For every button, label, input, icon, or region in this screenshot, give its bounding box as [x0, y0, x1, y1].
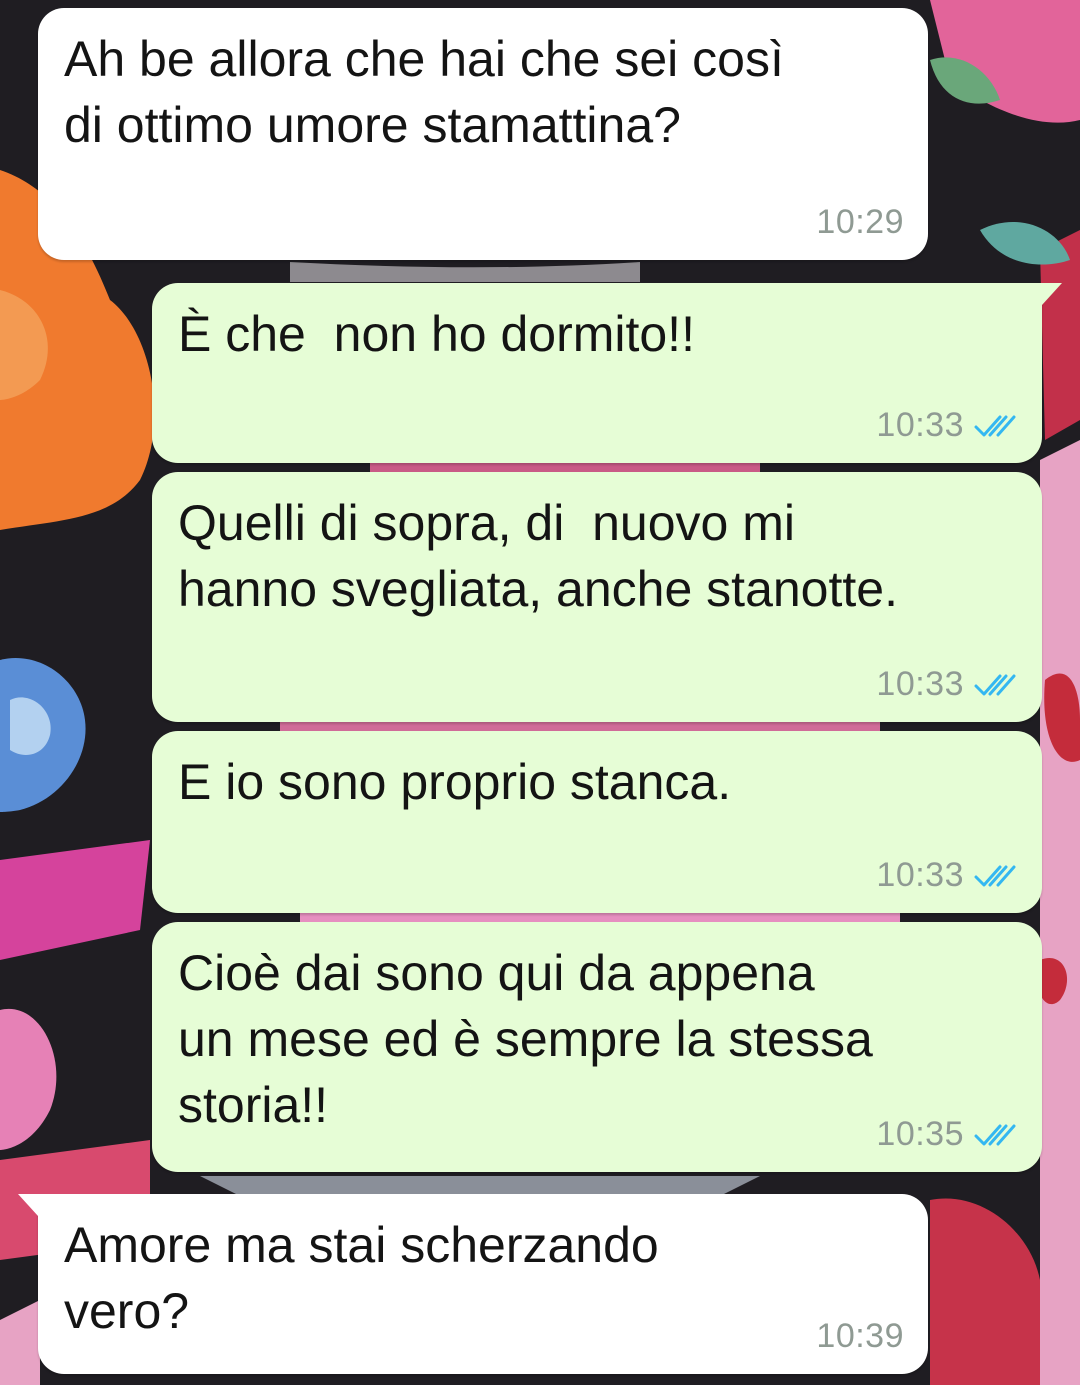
double-check-icon: [974, 1124, 1016, 1145]
double-check-icon: [974, 415, 1016, 436]
double-check-icon: [974, 674, 1016, 695]
message-text: Quelli di sopra, di nuovo mi hanno svegl…: [178, 495, 898, 617]
message-bubble-outgoing[interactable]: È che non ho dormito!! 10:33: [152, 283, 1062, 463]
message-text: Ah be allora che hai che sei così di ott…: [64, 31, 784, 153]
message-bubble-outgoing[interactable]: Cioè dai sono qui da appena un mese ed è…: [152, 922, 1042, 1172]
message-text: È che non ho dormito!!: [178, 306, 695, 362]
message-bubble-outgoing[interactable]: E io sono proprio stanca. 10:33: [152, 731, 1042, 913]
bubble-tail: [1042, 283, 1062, 305]
message-meta: 10:29: [816, 203, 904, 242]
message-timestamp: 10:39: [816, 1317, 904, 1355]
message-meta: 10:33: [876, 406, 1018, 445]
message-meta: 10:33: [876, 665, 1018, 704]
message-timestamp: 10:35: [876, 1115, 964, 1153]
message-timestamp: 10:33: [876, 665, 964, 703]
message-meta: 10:39: [816, 1317, 904, 1356]
message-timestamp: 10:33: [876, 406, 964, 444]
message-bubble-incoming[interactable]: Amore ma stai scherzando vero? 10:39: [18, 1194, 928, 1374]
double-check-icon: [974, 865, 1016, 886]
message-meta: 10:35: [876, 1115, 1018, 1154]
message-bubble-incoming[interactable]: Ah be allora che hai che sei così di ott…: [38, 8, 928, 260]
message-bubble-outgoing[interactable]: Quelli di sopra, di nuovo mi hanno svegl…: [152, 472, 1042, 722]
message-timestamp: 10:33: [876, 856, 964, 894]
message-text: E io sono proprio stanca.: [178, 754, 732, 810]
message-timestamp: 10:29: [816, 203, 904, 241]
message-text: Amore ma stai scherzando vero?: [64, 1217, 659, 1339]
message-meta: 10:33: [876, 856, 1018, 895]
message-text: Cioè dai sono qui da appena un mese ed è…: [178, 945, 873, 1133]
bubble-tail: [18, 1194, 38, 1216]
